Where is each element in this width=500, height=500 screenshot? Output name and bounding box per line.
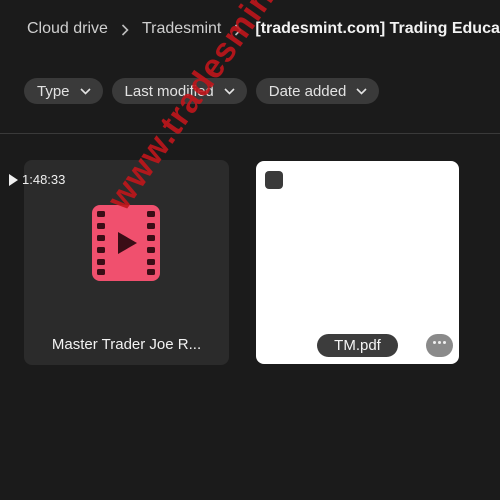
chevron-right-icon [221, 21, 255, 38]
duration-text: 1:48:33 [22, 172, 66, 187]
more-dots-icon [433, 341, 436, 344]
chevron-down-icon [224, 87, 235, 95]
file-name-video: Master Trader Joe R... [51, 336, 202, 353]
breadcrumb-current-folder: [tradesmint.com] Trading Educat [255, 20, 500, 37]
video-file-icon [92, 205, 160, 281]
filter-date-added-dropdown[interactable]: Date added [255, 78, 380, 104]
more-options-button[interactable] [426, 334, 453, 357]
chevron-down-icon [79, 87, 91, 95]
video-duration: 1:48:33 [9, 172, 65, 187]
filter-date-added-label: Date added [268, 82, 347, 100]
chevron-down-icon [356, 87, 367, 95]
play-icon [9, 173, 18, 186]
chevron-right-icon [108, 21, 142, 38]
more-dots-icon-dot [443, 341, 446, 344]
breadcrumb-cloud-drive[interactable]: Cloud drive [27, 20, 108, 38]
filter-last-modified-dropdown[interactable]: Last modified [111, 78, 247, 104]
select-checkbox[interactable] [265, 171, 283, 189]
more-dots-icon-dot [438, 341, 441, 344]
divider [0, 133, 500, 134]
filter-type-label: Type [37, 82, 70, 100]
filter-type-dropdown[interactable]: Type [24, 78, 103, 104]
breadcrumb: Cloud drive Tradesmint [tradesmint.com] … [27, 18, 500, 40]
filter-last-modified-label: Last modified [124, 82, 214, 100]
cloud-drive-page: Cloud drive Tradesmint [tradesmint.com] … [0, 0, 500, 500]
file-name-pdf: TM.pdf [317, 334, 398, 357]
breadcrumb-tradesmint[interactable]: Tradesmint [142, 20, 221, 38]
filter-bar: Type Last modified Date added [24, 78, 380, 104]
